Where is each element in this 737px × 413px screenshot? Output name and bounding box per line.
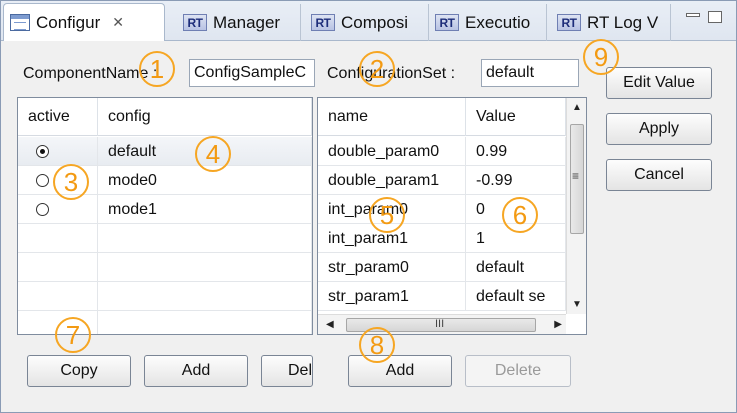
param-value-cell[interactable]: default se [466, 282, 566, 311]
rt-icon: RT [311, 14, 335, 31]
table-row[interactable]: mode1 [18, 195, 312, 224]
scroll-up-icon[interactable]: ▲ [572, 102, 582, 113]
tab-label: Executio [465, 12, 531, 32]
config-set-table[interactable]: active config default mode0 mode1 [17, 97, 313, 335]
add-config-button[interactable]: Add [144, 355, 248, 387]
minimize-icon[interactable] [686, 13, 700, 17]
tab-configuration[interactable]: Configur ✕ [3, 3, 165, 41]
table-row[interactable]: double_param0 0.99 [318, 137, 566, 166]
param-name-cell: str_param1 [318, 282, 466, 311]
rt-icon: RT [557, 14, 581, 31]
empty-cell [18, 253, 98, 282]
parameter-table-header: name Value [318, 98, 586, 136]
empty-cell [98, 253, 312, 282]
active-radio[interactable] [36, 174, 49, 187]
parameter-table[interactable]: name Value double_param0 0.99 double_par… [317, 97, 587, 335]
vertical-scroll-thumb[interactable]: ≡ [570, 124, 584, 234]
empty-row [18, 253, 312, 282]
table-row[interactable]: str_param0 default [318, 253, 566, 282]
empty-cell [98, 311, 312, 334]
apply-button[interactable]: Apply [606, 113, 712, 145]
copy-config-button[interactable]: Copy [27, 355, 131, 387]
configuration-view-window: Configur ✕ RT Manager RT Composi RT Exec… [0, 0, 737, 413]
column-header-name[interactable]: name [318, 98, 466, 136]
empty-row [18, 224, 312, 253]
configuration-set-field[interactable]: default [481, 59, 579, 87]
param-name-cell: str_param0 [318, 253, 466, 282]
active-cell [18, 195, 98, 224]
column-header-value[interactable]: Value [466, 98, 566, 136]
empty-cell [98, 282, 312, 311]
rt-icon: RT [435, 14, 459, 31]
callout-7: 7 [55, 317, 91, 353]
view-list-icon [10, 14, 30, 31]
callout-4: 4 [195, 136, 231, 172]
horizontal-scrollbar[interactable]: ◀ III ▶ [318, 314, 566, 334]
param-name-cell: double_param0 [318, 137, 466, 166]
tab-execution[interactable]: RT Executio [429, 4, 547, 41]
callout-2: 2 [359, 51, 395, 87]
tab-label: RT Log V [587, 12, 659, 32]
active-radio-selected[interactable] [36, 145, 49, 158]
tab-label: Configur [36, 12, 101, 32]
grip-icon: III [435, 318, 445, 330]
delete-config-button[interactable]: Del [261, 355, 313, 387]
column-header-config[interactable]: config [98, 98, 312, 136]
scroll-right-icon[interactable]: ▶ [554, 319, 562, 330]
component-name-label: ComponentName : [23, 65, 158, 82]
scroll-left-icon[interactable]: ◀ [326, 319, 334, 330]
delete-param-button[interactable]: Delete [465, 355, 571, 387]
edit-value-button[interactable]: Edit Value [606, 67, 712, 99]
empty-cell [18, 224, 98, 253]
callout-6: 6 [502, 197, 538, 233]
callout-3: 3 [53, 164, 89, 200]
cancel-button[interactable]: Cancel [606, 159, 712, 191]
column-header-active[interactable]: active [18, 98, 98, 136]
callout-8: 8 [359, 327, 395, 363]
tab-label: Composi [341, 12, 409, 32]
config-name-cell: mode1 [98, 195, 312, 224]
callout-1: 1 [139, 51, 175, 87]
scroll-down-icon[interactable]: ▼ [572, 299, 582, 310]
tab-manager[interactable]: RT Manager [177, 4, 301, 41]
tab-rt-log-view[interactable]: RT RT Log V [551, 4, 671, 41]
config-table-header: active config [18, 98, 312, 136]
active-cell [18, 137, 98, 166]
tab-composite[interactable]: RT Composi [305, 4, 429, 41]
callout-9: 9 [583, 39, 619, 75]
table-row[interactable]: str_param1 default se [318, 282, 566, 311]
rt-icon: RT [183, 14, 207, 31]
window-controls [686, 11, 722, 23]
empty-row [18, 282, 312, 311]
table-row[interactable]: default [18, 137, 312, 166]
param-name-cell: double_param1 [318, 166, 466, 195]
tab-label: Manager [213, 12, 281, 32]
tab-strip: Configur ✕ RT Manager RT Composi RT Exec… [1, 1, 736, 41]
table-row[interactable]: double_param1 -0.99 [318, 166, 566, 195]
empty-cell [18, 282, 98, 311]
vertical-scrollbar[interactable]: ▲ ≡ ▼ [566, 98, 586, 314]
maximize-icon[interactable] [708, 11, 722, 23]
param-value-cell[interactable]: default [466, 253, 566, 282]
active-radio[interactable] [36, 203, 49, 216]
empty-cell [98, 224, 312, 253]
param-value-cell[interactable]: 0.99 [466, 137, 566, 166]
component-name-field[interactable]: ConfigSampleC [189, 59, 315, 87]
callout-5: 5 [369, 197, 405, 233]
param-value-cell[interactable]: -0.99 [466, 166, 566, 195]
grip-icon: ≡ [572, 169, 580, 183]
add-param-button[interactable]: Add [348, 355, 452, 387]
close-icon[interactable]: ✕ [112, 14, 124, 31]
